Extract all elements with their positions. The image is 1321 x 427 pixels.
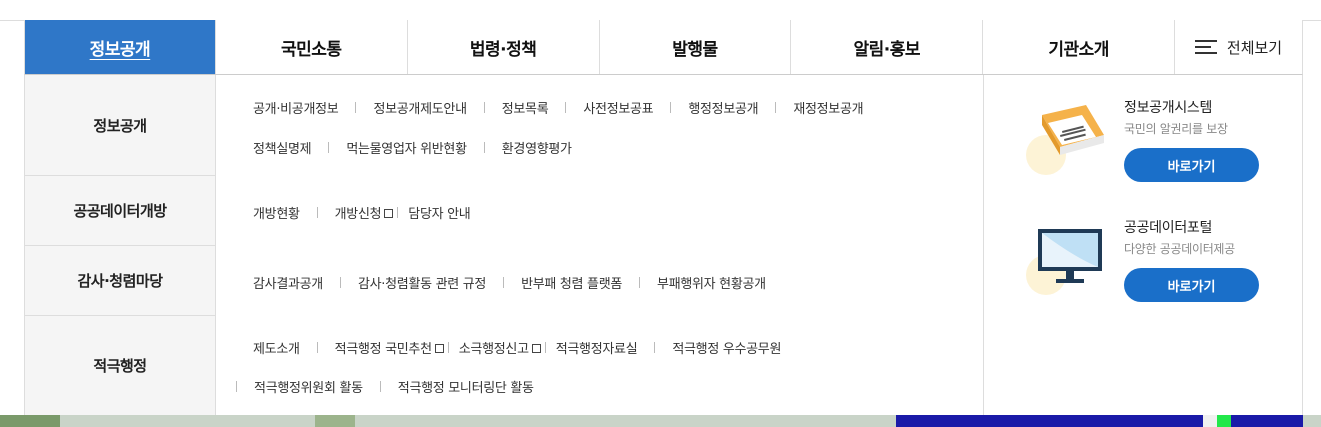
submenu-links-column: 공개·비공개정보 정보공개제도안내 정보목록 사전정보공표 행정정보공개 재정정…: [216, 75, 984, 415]
link-proactive-best-officials[interactable]: 적극행정 우수공무원: [672, 338, 781, 357]
gnb-item-public-communication[interactable]: 국민소통: [216, 20, 408, 74]
link-audit-results[interactable]: 감사결과공개: [253, 273, 323, 292]
category-column: 정보공개 공공데이터개방 감사·청렴마당 적극행정: [25, 75, 216, 415]
gnb-item-info-disclosure[interactable]: 정보공개: [25, 20, 216, 74]
link-public-nonpublic-info[interactable]: 공개·비공개정보: [253, 98, 339, 117]
link-anticorruption-platform[interactable]: 반부패 청렴 플랫폼: [521, 273, 622, 292]
mega-menu-panel: 정보공개 공공데이터개방 감사·청렴마당 적극행정 공개·비공개정보 정보공개제…: [24, 75, 1303, 415]
external-link-icon: [384, 209, 394, 218]
main-navigation: 정보공개 국민소통 법령·정책 발행물 알림·홍보 기관소개 전체보기: [24, 20, 1303, 75]
link-row-info-disclosure-1: 공개·비공개정보 정보공개제도안내 정보목록 사전정보공표 행정정보공개 재정정…: [253, 98, 864, 117]
link-corruption-status[interactable]: 부패행위자 현황공개: [657, 273, 766, 292]
background-banner-strip: [0, 415, 1321, 427]
hamburger-icon: [1194, 40, 1217, 54]
gnb-item-publications[interactable]: 발행물: [600, 20, 792, 74]
gnb-item-news-pr[interactable]: 알림·홍보: [791, 20, 984, 74]
top-utility-strip: [0, 0, 1321, 21]
category-info-disclosure[interactable]: 정보공개: [25, 75, 215, 176]
book-icon: [1026, 105, 1104, 175]
link-open-status[interactable]: 개방현황: [253, 203, 300, 222]
link-proactive-archive[interactable]: 적극행정자료실: [556, 338, 638, 357]
all-menu-button[interactable]: 전체보기: [1175, 20, 1302, 74]
link-row-open-data: 개방현황 개방신청 담당자 안내: [253, 203, 471, 222]
link-row-proactive-2: 적극행정위원회 활동 적극행정 모니터링단 활동: [236, 377, 534, 396]
quick-links-column: 정보공개시스템 국민의 알권리를 보장 바로가기 공공데이터포털 다양한 공공데…: [984, 75, 1302, 415]
link-row-info-disclosure-2: 정책실명제 먹는물영업자 위반현황 환경영향평가: [253, 138, 572, 157]
promo-info-disclosure-system: 정보공개시스템 국민의 알권리를 보장 바로가기: [1024, 97, 1284, 207]
link-prior-disclosure[interactable]: 사전정보공표: [583, 98, 653, 117]
link-row-proactive-1: 제도소개 적극행정 국민추천 소극행정신고 적극행정자료실 적극행정 우수공무원: [253, 338, 781, 357]
gnb-item-about[interactable]: 기관소개: [983, 20, 1176, 74]
link-info-list[interactable]: 정보목록: [502, 98, 549, 117]
monitor-icon: [1026, 229, 1102, 295]
link-proactive-recommend[interactable]: 적극행정 국민추천: [335, 338, 444, 357]
link-finance-info-disclosure[interactable]: 재정정보공개: [793, 98, 863, 117]
category-open-data[interactable]: 공공데이터개방: [25, 176, 215, 246]
link-row-audit: 감사결과공개 감사·청렴활동 관련 규정 반부패 청렴 플랫폼 부패행위자 현황…: [253, 273, 766, 292]
link-contact-guide[interactable]: 담당자 안내: [408, 203, 470, 222]
gnb-item-laws-policy[interactable]: 법령·정책: [408, 20, 600, 74]
external-link-icon: [531, 344, 541, 353]
promo-subtitle: 국민의 알권리를 보장: [1124, 122, 1228, 136]
link-open-request[interactable]: 개방신청: [335, 203, 394, 222]
link-audit-regulations[interactable]: 감사·청렴활동 관련 규정: [358, 273, 486, 292]
link-passive-admin-report[interactable]: 소극행정신고: [459, 338, 541, 357]
promo-title: 정보공개시스템: [1124, 100, 1213, 116]
promo-subtitle: 다양한 공공데이터제공: [1124, 242, 1235, 256]
link-policy-real-name[interactable]: 정책실명제: [253, 138, 312, 157]
category-audit-integrity[interactable]: 감사·청렴마당: [25, 246, 215, 316]
link-monitoring-activity[interactable]: 적극행정 모니터링단 활동: [398, 377, 534, 396]
link-disclosure-system-guide[interactable]: 정보공개제도안내: [373, 98, 467, 117]
category-proactive-admin[interactable]: 적극행정: [25, 316, 215, 415]
link-admin-info-disclosure[interactable]: 행정정보공개: [688, 98, 758, 117]
external-link-icon: [434, 344, 444, 353]
link-system-intro[interactable]: 제도소개: [253, 338, 300, 357]
promo-public-data-portal: 공공데이터포털 다양한 공공데이터제공 바로가기: [1024, 217, 1284, 327]
go-button-info-system[interactable]: 바로가기: [1124, 148, 1259, 182]
promo-title: 공공데이터포털: [1124, 220, 1213, 236]
go-button-data-portal[interactable]: 바로가기: [1124, 268, 1259, 302]
link-drinking-water-violations[interactable]: 먹는물영업자 위반현황: [346, 138, 467, 157]
link-environmental-impact[interactable]: 환경영향평가: [502, 138, 572, 157]
link-committee-activity[interactable]: 적극행정위원회 활동: [254, 377, 363, 396]
all-menu-label: 전체보기: [1226, 38, 1283, 57]
